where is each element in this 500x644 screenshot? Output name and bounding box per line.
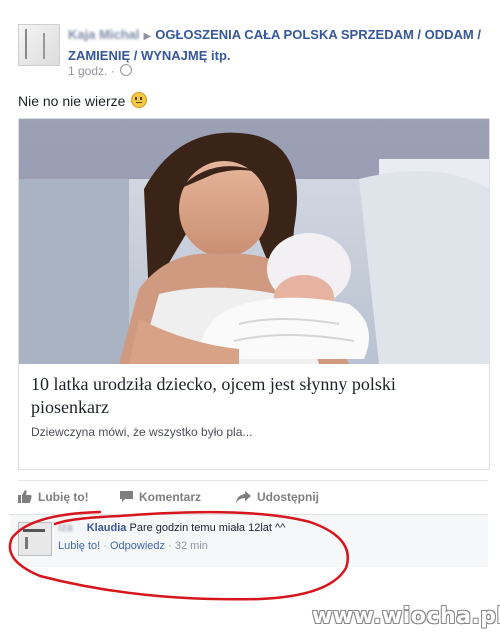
comment-label: Komentarz: [139, 490, 202, 504]
facebook-post: Kaja Michal ▶ OGŁOSZENIA CAŁA POLSKA SPRZE…: [0, 0, 500, 644]
post-meta: 1 godz. ·: [68, 64, 133, 78]
commenter-name-link[interactable]: Iza Klaudia: [58, 522, 126, 534]
link-description: Dziewczyna mówi, że wszystko było pla...: [31, 425, 253, 439]
share-label: Udostępnij: [257, 490, 319, 504]
comment-meta: Lubię to! · Odpowiedz · 32 min: [58, 540, 208, 552]
caret-right-icon: ▶: [143, 31, 152, 42]
globe-icon: [120, 64, 133, 76]
comment-like-link[interactable]: Lubię to!: [58, 540, 100, 552]
girl-holding-baby-photo: [19, 119, 489, 364]
author-name[interactable]: Kaja Michal: [68, 27, 140, 42]
comment-meta-separator: ·: [168, 540, 172, 552]
smiley-emoji-icon: [131, 92, 148, 108]
commenter-avatar[interactable]: [18, 522, 52, 556]
watermark-text: www.wiocha.pl: [312, 604, 500, 629]
share-arrow-icon: [236, 491, 251, 503]
author-avatar[interactable]: [18, 24, 60, 66]
comment-reply-link[interactable]: Odpowiedz: [110, 540, 165, 552]
comment-timestamp[interactable]: 32 min: [175, 540, 208, 552]
share-button[interactable]: Udostępnij: [236, 490, 319, 504]
comments-section: Iza Klaudia Pare godzin temu miała 12lat …: [10, 514, 488, 567]
post-action-bar: Lubię to! Komentarz Udostępnij: [18, 480, 488, 513]
link-preview-card[interactable]: 10 latka urodziła dziecko, ojcem jest sł…: [18, 118, 490, 470]
comment-bubble-icon: [120, 491, 133, 502]
commenter-name: Klaudia: [86, 522, 127, 534]
like-label: Lubię to!: [38, 490, 89, 504]
thumbs-up-icon: [18, 490, 32, 503]
link-title[interactable]: 10 latka urodziła dziecko, ojcem jest sł…: [31, 373, 477, 419]
comment-meta-separator: ·: [103, 540, 107, 552]
commenter-name-blurred: Iza: [58, 522, 73, 534]
like-button[interactable]: Lubię to!: [18, 490, 89, 504]
link-preview-image[interactable]: [19, 119, 489, 364]
post-text: Nie no nie wierze: [18, 92, 148, 109]
post-message: Nie no nie wierze: [18, 93, 126, 109]
post-timestamp[interactable]: 1 godz.: [68, 64, 107, 78]
post-header: Kaja Michal ▶ OGŁOSZENIA CAŁA POLSKA SPRZE…: [68, 25, 488, 65]
comment-button[interactable]: Komentarz: [120, 490, 201, 504]
comment-body: Iza Klaudia Pare godzin temu miała 12lat …: [58, 522, 285, 534]
comment-text: Pare godzin temu miała 12lat ^^: [129, 522, 286, 534]
